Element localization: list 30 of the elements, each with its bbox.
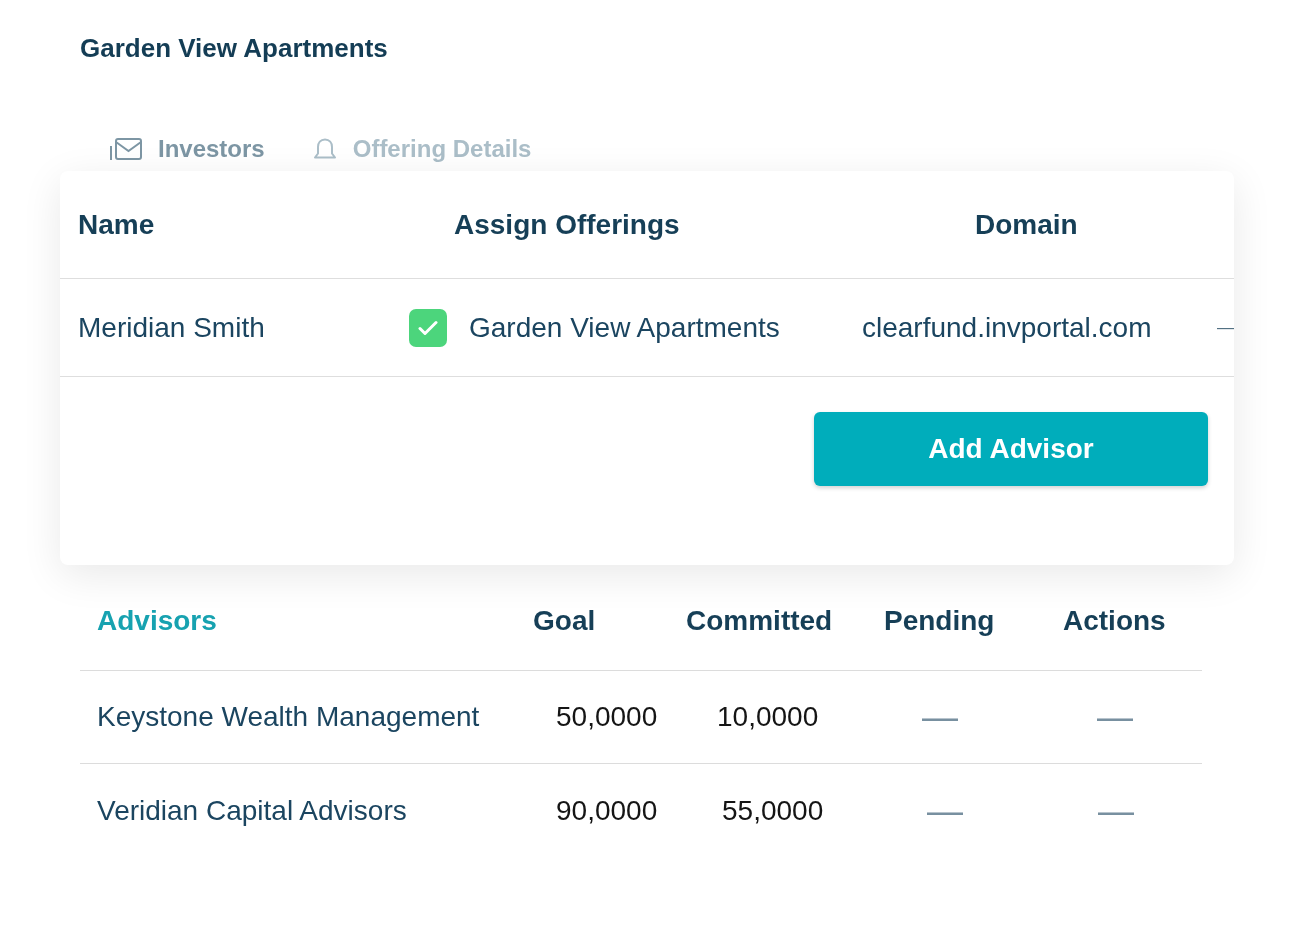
table-cell: 50,0000 <box>556 700 658 734</box>
tab[interactable]: Offering Details <box>312 134 532 164</box>
table-cell: — <box>927 793 963 828</box>
page-title: Garden View Apartments <box>80 32 388 65</box>
column-header: Domain <box>975 208 1078 240</box>
table-cell: clearfund.invportal.com <box>862 311 1152 343</box>
table-cell: Keystone Wealth Management <box>97 700 480 734</box>
bell-icon <box>312 137 337 161</box>
table-cell: 55,0000 <box>722 793 824 828</box>
table-cell: 90,0000 <box>556 793 658 828</box>
column-header: Pending <box>884 604 995 636</box>
column-header: Name <box>78 208 155 240</box>
column-header: Committed <box>686 604 833 636</box>
tab[interactable]: Investors <box>110 134 265 164</box>
table-cell: — <box>1098 793 1134 828</box>
column-header: Assign Offerings <box>454 208 680 240</box>
column-header: Actions <box>1063 604 1166 636</box>
table-cell: 10,0000 <box>717 700 819 734</box>
column-header: Advisors <box>97 604 217 636</box>
table-cell: Meridian Smith <box>78 311 265 343</box>
table-cell: — <box>922 700 958 734</box>
table-cell: — <box>1217 317 1234 338</box>
envelope-icon <box>110 137 142 161</box>
add-advisor-button[interactable]: Add Advisor <box>814 412 1208 486</box>
table-cell: Veridian Capital Advisors <box>97 793 407 828</box>
checkbox[interactable] <box>409 308 447 347</box>
table-cell: — <box>1097 700 1133 734</box>
table-cell: Garden View Apartments <box>469 310 780 345</box>
column-header: Goal <box>533 604 596 636</box>
check-icon <box>418 319 438 336</box>
